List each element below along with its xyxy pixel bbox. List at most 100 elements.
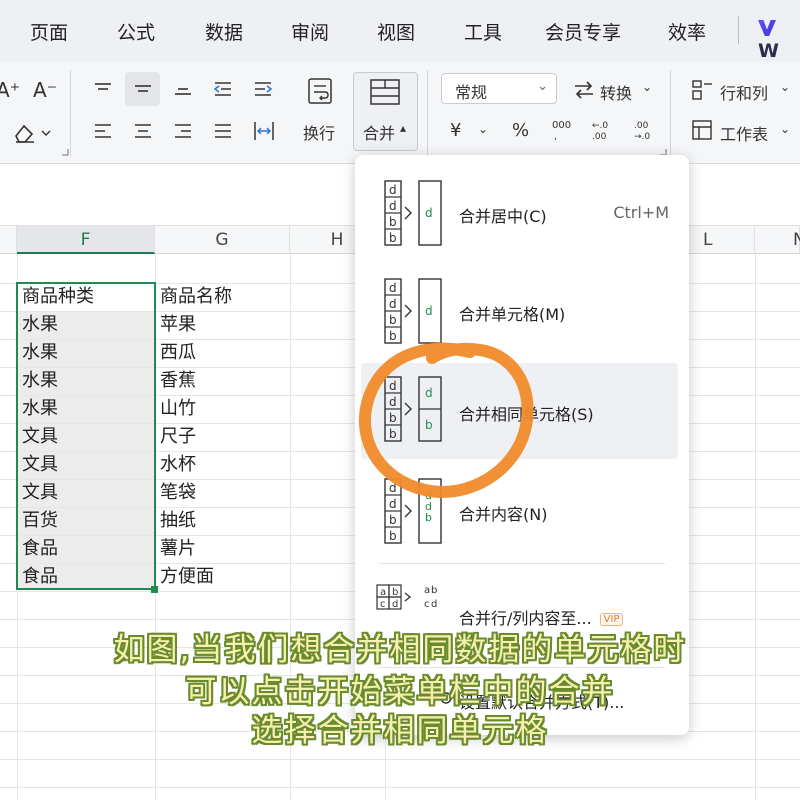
convert-chevron-icon: ⌄: [642, 80, 653, 94]
cell-g9[interactable]: 抽纸: [155, 507, 196, 535]
currency-chevron-icon: ⌄: [478, 122, 489, 136]
clear-format-icon[interactable]: [12, 122, 52, 144]
align-bottom-icon[interactable]: [172, 80, 194, 98]
align-top-icon[interactable]: [92, 80, 114, 98]
wrap-text-button[interactable]: 换行: [303, 120, 335, 144]
svg-text:←.0: ←.0: [592, 121, 608, 131]
icon-letter: a: [380, 587, 386, 598]
cell-g4[interactable]: 香蕉: [155, 367, 196, 395]
menu-item-formula[interactable]: 公式: [117, 18, 155, 45]
font-decrease-button[interactable]: A⁻: [33, 78, 57, 102]
indent-decrease-icon[interactable]: [212, 80, 234, 98]
svg-text:,: ,: [554, 132, 557, 142]
merge-button-label: 合并: [363, 124, 396, 143]
align-middle-icon[interactable]: [132, 80, 154, 98]
distributed-align-icon[interactable]: [252, 120, 276, 142]
menu-item-efficiency[interactable]: 效率: [668, 18, 706, 45]
icon-letter: b: [389, 231, 397, 245]
column-header-g[interactable]: G: [155, 226, 290, 254]
ribbon-separator: [670, 70, 671, 156]
merge-button[interactable]: 合并 ▴: [353, 72, 418, 151]
menu-item-view[interactable]: 视图: [377, 18, 415, 45]
menu-item-member[interactable]: 会员专享: [545, 18, 621, 45]
number-format-select[interactable]: 常规 ⌄: [441, 73, 557, 104]
icon-letter: b: [389, 215, 397, 229]
worksheet-button[interactable]: 工作表: [720, 121, 768, 145]
rows-columns-chevron-icon: ⌄: [780, 80, 791, 94]
cell-g8[interactable]: 笔袋: [155, 479, 196, 507]
ribbon-separator: [427, 70, 428, 156]
merge-center-option[interactable]: ddbb d 合并居中(C) Ctrl+M: [355, 165, 689, 261]
brand-button[interactable]: W: [758, 18, 800, 62]
brand-label: W: [758, 40, 779, 62]
cell-g6[interactable]: 尺子: [155, 423, 196, 451]
align-center-icon[interactable]: [132, 122, 154, 140]
column-header-f[interactable]: F: [17, 226, 155, 254]
align-right-icon[interactable]: [172, 122, 194, 140]
cell-g11[interactable]: 方便面: [155, 563, 214, 591]
svg-text:→.0: →.0: [634, 132, 650, 142]
merge-chevron-up-icon: ▴: [400, 121, 407, 135]
menu-bar: 页面 公式 数据 审阅 视图 工具 会员专享 效率 W: [0, 0, 800, 62]
svg-text:000: 000: [552, 120, 571, 131]
indent-increase-icon[interactable]: [252, 80, 274, 98]
icon-letter: d: [389, 199, 397, 213]
cell-g7[interactable]: 水杯: [155, 451, 196, 479]
font-increase-button[interactable]: A⁺: [0, 78, 20, 102]
menu-separator: [738, 16, 739, 44]
convert-icon[interactable]: [571, 78, 597, 102]
merge-cells-label: 合并单元格(M): [459, 305, 566, 324]
icon-letter: d: [389, 297, 397, 311]
rows-columns-button[interactable]: 行和列: [720, 80, 768, 104]
menu-item-review[interactable]: 审阅: [291, 18, 329, 45]
column-header-corner: [0, 226, 17, 254]
icon-letter: d: [389, 281, 397, 295]
spreadsheet-app: 页面 公式 数据 审阅 视图 工具 会员专享 效率 W A⁺ A⁻ 换行 合并 …: [0, 0, 800, 800]
rows-columns-icon[interactable]: [690, 78, 714, 102]
cell-g2[interactable]: 苹果: [155, 311, 196, 339]
icon-letter: a: [424, 585, 430, 596]
svg-text:.00: .00: [634, 121, 649, 131]
icon-letter: b: [392, 587, 398, 598]
icon-letter: d: [392, 599, 398, 610]
icon-letter: d: [431, 599, 437, 610]
align-left-icon[interactable]: [92, 122, 114, 140]
cell-g1[interactable]: 商品名称: [155, 283, 232, 311]
menu-separator: [379, 563, 665, 564]
ribbon-toolbar: A⁺ A⁻ 换行 合并 ▴ 常规 ⌄ 转换 ⌄ ¥ ⌄ % 000 , ←.0 …: [0, 62, 800, 164]
align-justify-icon[interactable]: [212, 122, 234, 140]
menu-item-data[interactable]: 数据: [205, 18, 243, 45]
increase-decimal-icon[interactable]: ←.0.00: [591, 118, 617, 142]
cell-g10[interactable]: 薯片: [155, 535, 196, 563]
icon-letter: b: [389, 313, 397, 327]
alignment-dialog-launcher-icon[interactable]: [61, 148, 69, 156]
convert-button[interactable]: 转换: [600, 80, 632, 104]
selection-border: [16, 282, 156, 590]
icon-letter: d: [425, 206, 433, 220]
worksheet-icon[interactable]: [690, 118, 714, 142]
highlight-circle-annotation: [358, 342, 534, 498]
cell-g5[interactable]: 山竹: [155, 395, 196, 423]
thousands-separator-icon[interactable]: 000,: [550, 118, 576, 142]
decrease-decimal-icon[interactable]: .00 →.0: [633, 118, 659, 142]
menu-item-tools[interactable]: 工具: [464, 18, 502, 45]
icon-letter: c: [424, 599, 430, 610]
chevron-down-icon: ⌄: [537, 79, 548, 94]
icon-letter: d: [425, 304, 433, 318]
icon-letter: b: [389, 529, 397, 543]
caption-line-1: 如图,当我们想合并相同数据的单元格时: [113, 632, 687, 668]
wrap-text-icon[interactable]: [306, 76, 336, 106]
cell-g3[interactable]: 西瓜: [155, 339, 196, 367]
fill-handle[interactable]: [151, 586, 158, 593]
svg-text:.00: .00: [592, 132, 607, 142]
caption-line-3: 选择合并相同单元格: [251, 713, 549, 749]
merge-center-shortcut: Ctrl+M: [613, 203, 669, 222]
percent-button[interactable]: %: [512, 120, 529, 141]
number-format-value: 常规: [455, 83, 488, 102]
currency-button[interactable]: ¥: [450, 120, 461, 141]
column-header-n[interactable]: N: [755, 226, 800, 254]
icon-letter: d: [389, 183, 397, 197]
column-header-l[interactable]: L: [685, 226, 755, 254]
brand-logo-icon: [758, 20, 776, 36]
menu-item-page[interactable]: 页面: [30, 18, 68, 45]
